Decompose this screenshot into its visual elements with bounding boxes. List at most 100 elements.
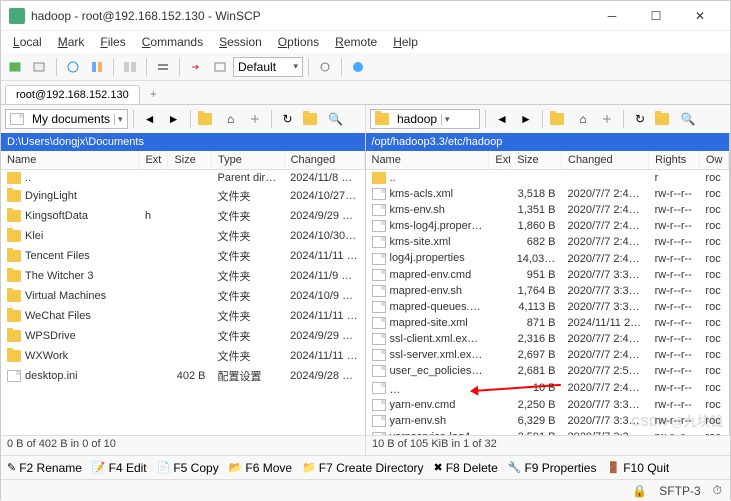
table-row[interactable]: WPSDrive文件夹2024/9/29 22:3... [1, 326, 364, 346]
remote-col-ext[interactable]: Ext [489, 151, 511, 170]
f5-copy-button[interactable]: 📄 F5 Copy [157, 461, 219, 475]
local-back-icon[interactable]: ◄ [139, 108, 161, 130]
local-up-icon[interactable] [196, 108, 218, 130]
remote-home-icon[interactable]: ⌂ [572, 108, 594, 130]
up-icon [7, 172, 21, 184]
local-col-changed[interactable]: Changed [284, 151, 364, 170]
remote-up-icon[interactable] [548, 108, 570, 130]
local-bookmark-icon[interactable] [301, 108, 323, 130]
table-row[interactable]: mapred-site.xml871 B2024/11/11 23:4...rw… [366, 315, 729, 331]
table-row[interactable]: Virtual Machines文件夹2024/10/9 12:0... [1, 286, 364, 306]
sites-icon[interactable] [29, 56, 51, 78]
remote-bookmark-icon[interactable] [653, 108, 675, 130]
remote-file-list[interactable]: NameExtSizeChangedRightsOw..rrockms-acls… [366, 151, 730, 435]
table-row[interactable]: mapred-queues.xm...4,113 B2020/7/7 3:34:… [366, 299, 729, 315]
f10-quit-button[interactable]: 🚪 F10 Quit [606, 461, 669, 475]
table-row[interactable]: yarn-env.cmd2,250 B2020/7/7 3:33:09rw-r-… [366, 397, 729, 413]
local-find-icon[interactable]: 🔍 [325, 108, 347, 130]
file-icon [372, 285, 386, 297]
remote-col-ow[interactable]: Ow [699, 151, 728, 170]
menu-files[interactable]: Files [92, 33, 133, 51]
remote-col-size[interactable]: Size [511, 151, 562, 170]
table-row[interactable]: KingsoftDatah文件夹2024/9/29 22:3... [1, 206, 364, 226]
remote-refresh-icon[interactable]: ↻ [629, 108, 651, 130]
folder-icon [7, 310, 21, 322]
table-row[interactable]: Klei文件夹2024/10/30 22:... [1, 226, 364, 246]
menu-commands[interactable]: Commands [134, 33, 211, 51]
minimize-button[interactable]: ─ [590, 2, 634, 30]
table-row[interactable]: ..rroc [366, 170, 729, 187]
f6-move-button[interactable]: 📂 F6 Move [229, 461, 292, 475]
queue-icon[interactable] [152, 56, 174, 78]
close-button[interactable]: ✕ [678, 2, 722, 30]
table-row[interactable]: kms-env.sh1,351 B2020/7/7 2:47:18rw-r--r… [366, 202, 729, 218]
table-row[interactable]: mapred-env.cmd951 B2020/7/7 3:34:44rw-r-… [366, 267, 729, 283]
f9-properties-button[interactable]: 🔧 F9 Properties [508, 461, 597, 475]
table-row[interactable]: yarn-env.sh6,329 B2020/7/7 3:33:09rw-r--… [366, 413, 729, 429]
table-row[interactable]: 10 B2020/7/7 2:46:13rw-r--r--roc [366, 379, 729, 397]
local-col-size[interactable]: Size [168, 151, 212, 170]
local-fwd-icon[interactable]: ► [163, 108, 185, 130]
table-row[interactable]: desktop.ini402 B配置设置2024/9/28 17:5... [1, 366, 364, 386]
transfer-icon[interactable] [185, 56, 207, 78]
table-row[interactable]: kms-log4j.properties1,860 B2020/7/7 2:47… [366, 218, 729, 234]
remote-fwd-icon[interactable]: ► [515, 108, 537, 130]
remote-find-icon[interactable]: 🔍 [677, 108, 699, 130]
menu-help[interactable]: Help [385, 33, 426, 51]
f8-delete-button[interactable]: ✖ F8 Delete [434, 461, 498, 475]
location-bar: My documents▾ ◄ ► ⌂ ↻ 🔍 hadoop▾ ◄ ► ⌂ ↻ … [1, 105, 730, 133]
queue-list-icon[interactable] [209, 56, 231, 78]
sync-icon[interactable] [62, 56, 84, 78]
remote-col-rights[interactable]: Rights [649, 151, 700, 170]
compare-icon[interactable] [86, 56, 108, 78]
file-icon [372, 253, 386, 265]
local-root-icon[interactable] [244, 108, 266, 130]
local-col-type[interactable]: Type [212, 151, 285, 170]
local-col-ext[interactable]: Ext [139, 151, 168, 170]
remote-col-name[interactable]: Name [366, 151, 489, 170]
folder-icon [7, 230, 21, 242]
table-row[interactable]: ..Parent direct...2024/11/8 21:5... [1, 170, 364, 187]
new-tab-button[interactable]: + [142, 84, 165, 104]
table-row[interactable]: DyingLight文件夹2024/10/27 14:... [1, 186, 364, 206]
local-refresh-icon[interactable]: ↻ [277, 108, 299, 130]
table-row[interactable]: WXWork文件夹2024/11/11 21:... [1, 346, 364, 366]
toggle-panes-icon[interactable] [119, 56, 141, 78]
menu-session[interactable]: Session [211, 33, 270, 51]
f7-mkdir-button[interactable]: 📁 F7 Create Directory [302, 461, 423, 475]
table-row[interactable]: ssl-client.xml.examp...2,316 B2020/7/7 2… [366, 331, 729, 347]
local-col-name[interactable]: Name [1, 151, 139, 170]
remote-root-icon[interactable] [596, 108, 618, 130]
remote-back-icon[interactable]: ◄ [491, 108, 513, 130]
remote-col-changed[interactable]: Changed [562, 151, 649, 170]
table-row[interactable]: Tencent Files文件夹2024/11/11 16:... [1, 246, 364, 266]
table-row[interactable]: kms-acls.xml3,518 B2020/7/7 2:47:18rw-r-… [366, 186, 729, 202]
menu-remote[interactable]: Remote [327, 33, 385, 51]
table-row[interactable]: log4j.properties14,032 B2020/7/7 2:46:13… [366, 250, 729, 266]
table-row[interactable]: WeChat Files文件夹2024/11/11 16:... [1, 306, 364, 326]
table-row[interactable]: The Witcher 3文件夹2024/11/9 16:3... [1, 266, 364, 286]
menu-mark[interactable]: Mark [50, 33, 93, 51]
local-dir-combo[interactable]: My documents▾ [5, 109, 128, 129]
menu-options[interactable]: Options [270, 33, 327, 51]
menu-local[interactable]: Local [5, 33, 50, 51]
settings-icon[interactable] [314, 56, 336, 78]
local-pane: D:\Users\dongjx\Documents NameExtSizeTyp… [1, 133, 366, 435]
remote-pane: /opt/hadoop3.3/etc/hadoop NameExtSizeCha… [366, 133, 731, 435]
f4-edit-button[interactable]: 📝 F4 Edit [92, 461, 147, 475]
table-row[interactable]: mapred-env.sh1,764 B2020/7/7 3:34:44rw-r… [366, 283, 729, 299]
table-row[interactable]: user_ec_policies.xml...2,681 B2020/7/7 2… [366, 363, 729, 379]
table-row[interactable]: kms-site.xml682 B2020/7/7 2:47:18rw-r--r… [366, 234, 729, 250]
table-row[interactable]: ssl-server.xml.exam...2,697 B2020/7/7 2:… [366, 347, 729, 363]
new-session-icon[interactable] [5, 56, 27, 78]
maximize-button[interactable]: ☐ [634, 2, 678, 30]
f2-rename-button[interactable]: ✎ F2 Rename [7, 461, 82, 475]
remote-dir-combo[interactable]: hadoop▾ [370, 109, 480, 129]
local-file-list[interactable]: NameExtSizeTypeChanged..Parent direct...… [1, 151, 365, 435]
session-tab[interactable]: root@192.168.152.130 [5, 85, 140, 104]
local-home-icon[interactable]: ⌂ [220, 108, 242, 130]
file-icon [372, 415, 386, 427]
help-icon[interactable] [347, 56, 369, 78]
table-row[interactable]: yarnservice-log4j.pr...2,591 B2020/7/7 3… [366, 429, 729, 435]
transfer-settings-combo[interactable]: Default [233, 57, 303, 77]
